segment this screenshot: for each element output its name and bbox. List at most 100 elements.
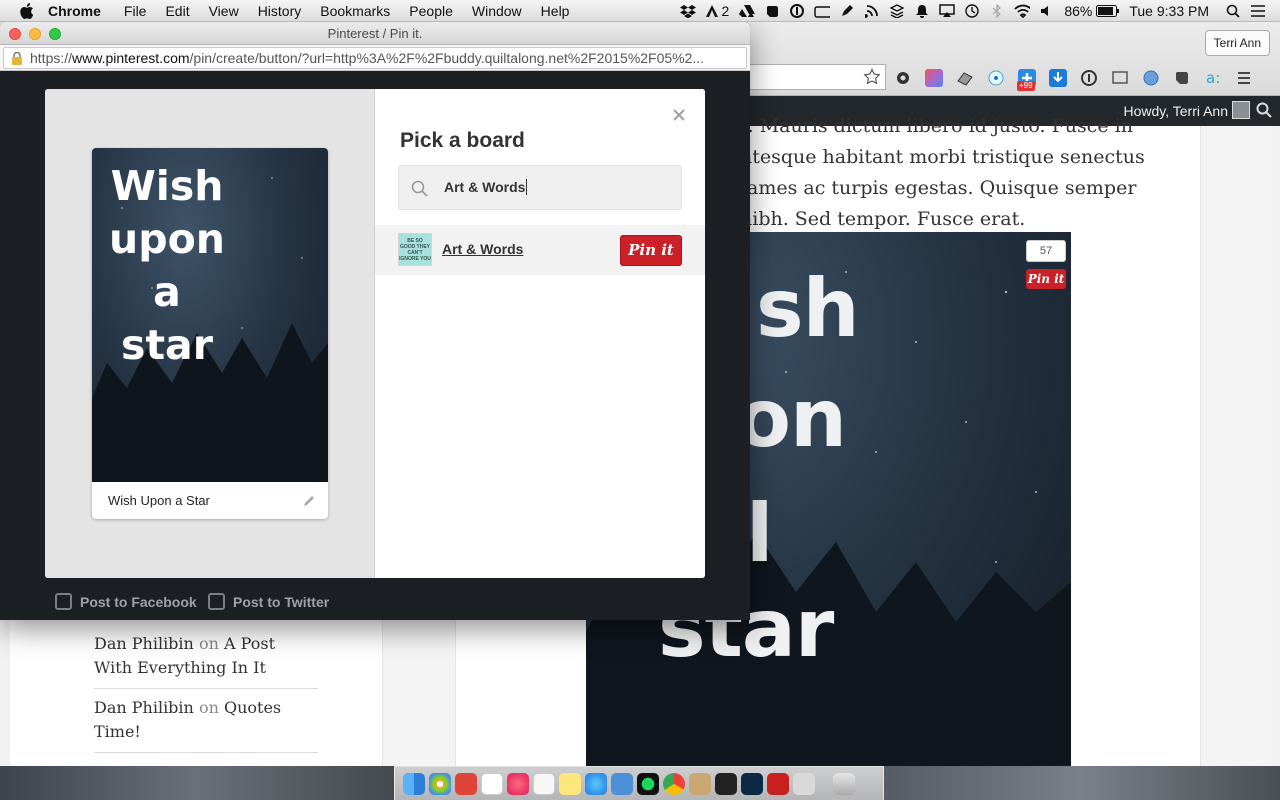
menu-view[interactable]: View — [209, 3, 239, 19]
color-extension-icon[interactable] — [925, 69, 943, 87]
camera-icon[interactable] — [814, 4, 831, 18]
board-name[interactable]: Art & Words — [442, 241, 523, 257]
extensions-toolbar: +99 a: — [894, 66, 1266, 91]
finder-icon[interactable] — [403, 772, 425, 795]
cast-icon[interactable] — [1111, 69, 1129, 87]
window-zoom-button[interactable] — [49, 28, 61, 40]
pen-icon[interactable] — [839, 4, 855, 18]
puzzle-extension-icon[interactable] — [956, 69, 974, 87]
reminders-icon[interactable] — [533, 772, 555, 795]
window-minimize-button[interactable] — [29, 28, 41, 40]
comment-author[interactable]: Dan Philibin — [94, 634, 194, 653]
target-extension-icon[interactable] — [987, 69, 1005, 87]
article-line: t. Mauris dictum libero id justo. Fusce … — [740, 115, 1133, 137]
photos-icon[interactable] — [429, 772, 451, 795]
evernote-extension-icon[interactable] — [1173, 69, 1191, 87]
stack-icon[interactable] — [889, 4, 905, 18]
recent-comment: Dan Philibin on Quotes Time! — [94, 696, 318, 744]
spotify-icon[interactable] — [637, 772, 659, 795]
menu-history[interactable]: History — [258, 3, 302, 19]
security-warning-icon[interactable] — [10, 51, 24, 65]
menu-people[interactable]: People — [409, 3, 453, 19]
url-field[interactable]: https://www.pinterest.com/pin/create/but… — [3, 47, 747, 69]
terminal-icon[interactable] — [715, 772, 737, 795]
drive-icon[interactable] — [739, 4, 756, 18]
pin-count-bubble: 57 — [1026, 240, 1066, 262]
menu-window[interactable]: Window — [472, 3, 522, 19]
globe-extension-icon[interactable] — [1142, 69, 1160, 87]
battery-icon[interactable] — [1096, 4, 1120, 18]
board-search-input[interactable]: Art & Words — [398, 165, 682, 210]
comment-separator — [94, 752, 318, 753]
edit-pencil-icon[interactable] — [302, 494, 316, 508]
board-result-row[interactable]: BE SO GOOD THEY CAN'T IGNORE YOU Art & W… — [375, 225, 705, 275]
popup-titlebar[interactable]: Pinterest / Pin it. — [0, 22, 750, 45]
photoshop-icon[interactable] — [741, 772, 763, 795]
pin-it-button[interactable]: Pin it — [620, 235, 682, 266]
wifi-icon[interactable] — [1014, 4, 1031, 18]
adobe-count: 2 — [721, 3, 730, 19]
avatar[interactable] — [1232, 101, 1250, 119]
settings-gear-icon[interactable] — [894, 69, 912, 87]
search-icon[interactable] — [1256, 102, 1272, 118]
menu-bar: Chrome File Edit View History Bookmarks … — [0, 0, 1280, 22]
post-to-facebook-option[interactable]: Post to Facebook — [55, 593, 197, 610]
twitter-checkbox[interactable] — [208, 593, 225, 610]
popup-url-bar: https://www.pinterest.com/pin/create/but… — [0, 45, 750, 71]
time-machine-icon[interactable] — [964, 4, 980, 18]
password-extension-icon[interactable] — [1080, 69, 1098, 87]
window-title: Pinterest / Pin it. — [327, 26, 423, 41]
post-to-twitter-option[interactable]: Post to Twitter — [208, 593, 329, 610]
window-close-button[interactable] — [9, 28, 21, 40]
dropbox-icon[interactable] — [679, 4, 696, 18]
amazon-extension-icon[interactable]: a: — [1204, 69, 1222, 87]
menu-clock[interactable]: Tue 9:33 PM — [1129, 3, 1209, 19]
trash-icon[interactable] — [833, 772, 855, 795]
facebook-checkbox[interactable] — [55, 593, 72, 610]
evernote-icon[interactable] — [764, 4, 780, 18]
twitter-label: Post to Twitter — [233, 593, 330, 610]
volume-icon[interactable] — [1039, 4, 1055, 18]
address-bar[interactable] — [740, 64, 886, 90]
close-icon[interactable] — [671, 107, 687, 123]
comment-author[interactable]: Dan Philibin — [94, 698, 194, 717]
url-path: /pin/create/button/?url=http%3A%2F%2Fbud… — [189, 50, 705, 66]
board-search-value: Art & Words — [444, 179, 528, 195]
download-extension-icon[interactable] — [1049, 69, 1067, 87]
airplay-icon[interactable] — [939, 4, 956, 18]
itunes-icon[interactable] — [507, 772, 529, 795]
hover-pinit-button[interactable]: Pin it — [1026, 269, 1066, 289]
onepassword-icon[interactable] — [789, 4, 805, 18]
notes-icon[interactable] — [559, 772, 581, 795]
calendar-icon[interactable] — [481, 772, 503, 795]
xcode-icon[interactable] — [611, 772, 633, 795]
menu-file[interactable]: File — [124, 3, 147, 19]
menu-bookmarks[interactable]: Bookmarks — [320, 3, 390, 19]
status-area: 2 86% Tue 9:33 PM — [679, 0, 1280, 22]
adobe-icon[interactable] — [705, 4, 719, 18]
profile-button[interactable]: Terri Ann — [1204, 30, 1270, 56]
feed-icon[interactable] — [864, 4, 880, 18]
pin-description[interactable]: Wish Upon a Star — [108, 493, 210, 508]
chrome-icon[interactable] — [663, 772, 685, 795]
menu-help[interactable]: Help — [541, 3, 570, 19]
pin-overlay-line: Wish — [110, 162, 224, 210]
spotlight-icon[interactable] — [1225, 4, 1241, 18]
apple-icon[interactable] — [20, 2, 34, 19]
preview-icon[interactable] — [793, 772, 815, 795]
chrome-menu-icon[interactable] — [1235, 69, 1253, 87]
menu-edit[interactable]: Edit — [165, 3, 189, 19]
sequel-icon[interactable] — [689, 772, 711, 795]
acrobat-icon[interactable] — [767, 772, 789, 795]
app-store-icon[interactable] — [585, 772, 607, 795]
share-options: Post to Facebook Post to Twitter — [0, 585, 750, 620]
notification-bell-icon[interactable] — [914, 4, 930, 18]
recent-comment: Dan Philibin on A Post With Everything I… — [94, 632, 318, 680]
notification-center-icon[interactable] — [1250, 4, 1266, 18]
todo-app-icon[interactable] — [455, 772, 477, 795]
plus-extension-icon[interactable]: +99 — [1017, 69, 1036, 91]
facebook-label: Post to Facebook — [80, 593, 197, 610]
menu-app-name[interactable]: Chrome — [48, 3, 101, 19]
bookmark-star-icon[interactable] — [863, 68, 881, 86]
bluetooth-icon[interactable] — [989, 4, 1005, 18]
